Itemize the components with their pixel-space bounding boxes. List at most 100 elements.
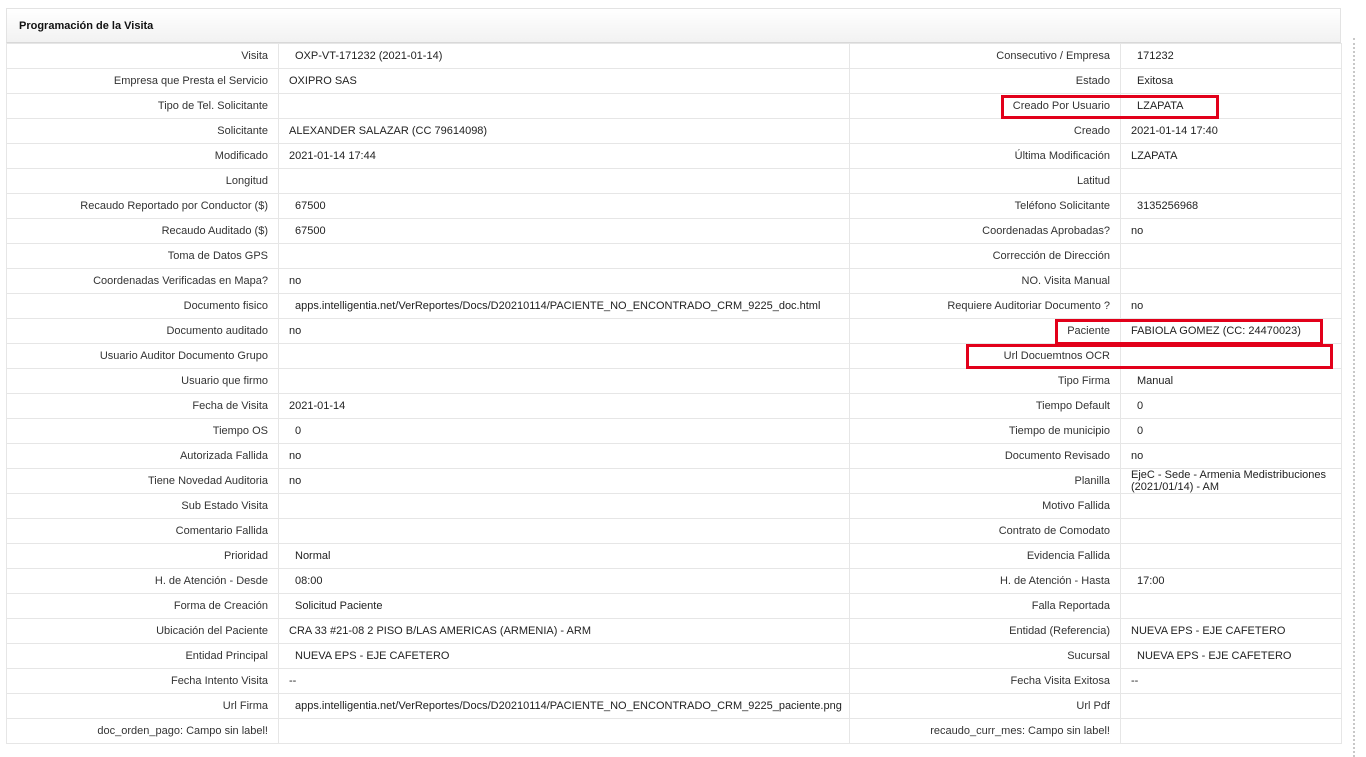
table-row: Toma de Datos GPS Corrección de Dirección — [6, 243, 1342, 269]
table-row: Forma de Creación Solicitud Paciente Falla… — [6, 593, 1342, 619]
field-label: Documento auditado — [6, 318, 279, 344]
field-label: Requiere Auditoriar Documento ? — [849, 293, 1121, 319]
field-value — [1120, 718, 1342, 744]
field-value: -- — [1120, 668, 1342, 694]
field-value: OXIPRO SAS — [278, 68, 850, 94]
table-row: Recaudo Auditado ($) 67500 Coordenadas Apr… — [6, 218, 1342, 244]
field-value: 2021-01-14 17:40 — [1120, 118, 1342, 144]
field-value: EjeC - Sede - Armenia Medistribuciones (… — [1120, 468, 1342, 494]
field-label: Planilla — [849, 468, 1121, 494]
table-row: Fecha de Visita 2021-01-14 Tiempo Default 0 — [6, 393, 1342, 419]
field-value: no — [278, 318, 850, 344]
field-value — [278, 518, 850, 544]
panel-title: Programación de la Visita — [6, 8, 1341, 43]
field-label: Documento fisico — [6, 293, 279, 319]
field-value: -- — [278, 668, 850, 694]
field-value: FABIOLA GOMEZ (CC: 24470023) — [1120, 318, 1342, 344]
field-label: Latitud — [849, 168, 1121, 194]
table-row: Empresa que Presta el Servicio OXIPRO SAS… — [6, 68, 1342, 94]
field-label: Estado — [849, 68, 1121, 94]
field-label: Última Modificación — [849, 143, 1121, 169]
field-value: LZAPATA — [1120, 143, 1342, 169]
table-row: Tiempo OS 0 Tiempo de municipio 0 — [6, 418, 1342, 444]
field-label: Url Docuemtnos OCR — [849, 343, 1121, 369]
field-value: no — [1120, 443, 1342, 469]
table-row: Coordenadas Verificadas en Mapa? no NO. Vi… — [6, 268, 1342, 294]
field-label: Motivo Fallida — [849, 493, 1121, 519]
field-label: Entidad Principal — [6, 643, 279, 669]
field-value: Normal — [278, 543, 850, 569]
field-value: 0 — [1120, 393, 1342, 419]
field-label: Tiempo Default — [849, 393, 1121, 419]
field-label: Modificado — [6, 143, 279, 169]
field-label: Paciente — [849, 318, 1121, 344]
field-value: 3135256968 — [1120, 193, 1342, 219]
field-label: Evidencia Fallida — [849, 543, 1121, 569]
field-value: 67500 — [278, 193, 850, 219]
field-label: Empresa que Presta el Servicio — [6, 68, 279, 94]
field-label: Sucursal — [849, 643, 1121, 669]
field-label: Recaudo Reportado por Conductor ($) — [6, 193, 279, 219]
table-row: Prioridad Normal Evidencia Fallida — [6, 543, 1342, 569]
field-label: Tiene Novedad Auditoria — [6, 468, 279, 494]
field-label: Fecha Intento Visita — [6, 668, 279, 694]
field-value — [278, 243, 850, 269]
field-label: Ubicación del Paciente — [6, 618, 279, 644]
field-label: H. de Atención - Desde — [6, 568, 279, 594]
field-value: 17:00 — [1120, 568, 1342, 594]
field-label: H. de Atención - Hasta — [849, 568, 1121, 594]
field-label: Solicitante — [6, 118, 279, 144]
table-row: Recaudo Reportado por Conductor ($) 67500… — [6, 193, 1342, 219]
field-value: apps.intelligentia.net/VerReportes/Docs/… — [278, 693, 850, 719]
table-row: Modificado 2021-01-14 17:44 Última Modific… — [6, 143, 1342, 169]
field-value — [278, 368, 850, 394]
field-label: Visita — [6, 43, 279, 69]
field-label: Prioridad — [6, 543, 279, 569]
table-row: Entidad Principal NUEVA EPS - EJE CAFETER… — [6, 643, 1342, 669]
field-label: Url Pdf — [849, 693, 1121, 719]
field-label: Usuario Auditor Documento Grupo — [6, 343, 279, 369]
field-label: Sub Estado Visita — [6, 493, 279, 519]
field-value — [1120, 693, 1342, 719]
field-label: NO. Visita Manual — [849, 268, 1121, 294]
field-label: Comentario Fallida — [6, 518, 279, 544]
field-label: Usuario que firmo — [6, 368, 279, 394]
field-value — [278, 718, 850, 744]
field-value: CRA 33 #21-08 2 PISO B/LAS AMERICAS (ARM… — [278, 618, 850, 644]
field-value: 0 — [1120, 418, 1342, 444]
field-label: Contrato de Comodato — [849, 518, 1121, 544]
field-label: Fecha Visita Exitosa — [849, 668, 1121, 694]
field-value: NUEVA EPS - EJE CAFETERO — [1120, 643, 1342, 669]
field-value: Exitosa — [1120, 68, 1342, 94]
field-value: no — [278, 268, 850, 294]
field-value: Solicitud Paciente — [278, 593, 850, 619]
table-row: Documento auditado no Paciente FABIOLA GOME… — [6, 318, 1342, 344]
field-value — [278, 168, 850, 194]
field-value — [1120, 593, 1342, 619]
field-label: Longitud — [6, 168, 279, 194]
field-value — [1120, 493, 1342, 519]
field-label: Forma de Creación — [6, 593, 279, 619]
field-value: 171232 — [1120, 43, 1342, 69]
page-scrollbar-track[interactable] — [1353, 38, 1355, 757]
field-value: 2021-01-14 — [278, 393, 850, 419]
table-row: Tiene Novedad Auditoria no Planilla EjeC - … — [6, 468, 1342, 494]
field-label: Corrección de Dirección — [849, 243, 1121, 269]
field-label: Falla Reportada — [849, 593, 1121, 619]
field-value — [1120, 268, 1342, 294]
field-value: 67500 — [278, 218, 850, 244]
field-value — [278, 93, 850, 119]
field-value — [1120, 543, 1342, 569]
field-label: recaudo_curr_mes: Campo sin label! — [849, 718, 1121, 744]
table-row: Longitud Latitud — [6, 168, 1342, 194]
field-value: 2021-01-14 17:44 — [278, 143, 850, 169]
table-row: doc_orden_pago: Campo sin label! recaudo_… — [6, 718, 1342, 744]
field-label: Entidad (Referencia) — [849, 618, 1121, 644]
field-label: Fecha de Visita — [6, 393, 279, 419]
field-value — [1120, 518, 1342, 544]
field-value — [278, 343, 850, 369]
field-label: Url Firma — [6, 693, 279, 719]
field-value: no — [1120, 218, 1342, 244]
field-value — [1120, 243, 1342, 269]
table-row: Tipo de Tel. Solicitante Creado Por Usuar… — [6, 93, 1342, 119]
